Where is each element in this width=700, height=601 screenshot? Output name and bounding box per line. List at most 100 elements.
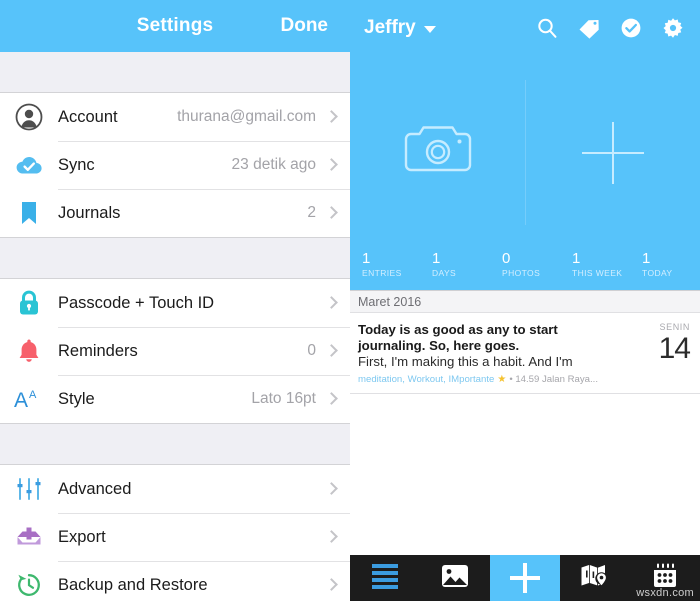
lock-icon <box>14 288 44 318</box>
sidebar-item-sync[interactable]: Sync 23 detik ago <box>0 141 350 189</box>
style-font-icon: A A <box>14 384 44 414</box>
stat-label: THIS WEEK <box>572 268 623 278</box>
tab-add[interactable] <box>490 555 560 601</box>
stat-value: 0 <box>502 250 511 267</box>
sidebar-item-label: Style <box>58 389 95 408</box>
add-photo-button[interactable] <box>350 56 525 249</box>
stat-photos: 0 PHOTOS <box>490 251 560 279</box>
settings-navbar: Settings Done <box>0 0 350 52</box>
journals-bookmark-icon <box>14 198 44 228</box>
calendar-icon <box>651 562 679 595</box>
sidebar-item-advanced[interactable]: Advanced <box>0 465 350 513</box>
chevron-right-icon <box>326 343 336 359</box>
sync-status-value: 23 detik ago <box>231 156 316 173</box>
camera-icon <box>403 122 473 183</box>
stat-today: 1 TODAY <box>630 251 700 279</box>
entry-date: SENIN 14 <box>640 322 692 385</box>
star-icon: ★ <box>497 374 507 385</box>
sidebar-item-label: Backup and Restore <box>58 575 208 594</box>
sidebar-item-backup-restore[interactable]: Backup and Restore <box>0 561 350 601</box>
stat-entries: 1 ENTRIES <box>350 251 420 279</box>
search-icon[interactable] <box>536 17 558 39</box>
entry-day-number: 14 <box>658 332 691 365</box>
photo-icon <box>441 563 469 594</box>
stat-label: DAYS <box>432 268 457 278</box>
entry-line-3: First, I'm making this a habit. And I'm <box>358 354 573 369</box>
sliders-icon <box>14 474 44 504</box>
settings-group-data: Advanced Export Backup and Restore <box>0 464 350 601</box>
list-icon <box>372 564 398 592</box>
journals-count-value: 2 <box>307 204 316 221</box>
svg-text:A: A <box>29 389 37 401</box>
journal-navbar: Jeffry <box>350 0 700 56</box>
chevron-right-icon <box>326 109 336 125</box>
sidebar-item-style[interactable]: A A Style Lato 16pt <box>0 375 350 423</box>
chevron-right-icon <box>326 295 336 311</box>
journal-nav-actions <box>536 17 684 39</box>
app-root: Settings Done Account thurana@gmail.com <box>0 0 700 601</box>
settings-spacer-1 <box>0 238 350 278</box>
account-email-value: thurana@gmail.com <box>177 108 316 125</box>
settings-group-account: Account thurana@gmail.com Sync 23 detik … <box>0 92 350 238</box>
journal-user-name: Jeffry <box>364 17 416 38</box>
sidebar-item-export[interactable]: Export <box>0 513 350 561</box>
entry-tags: meditation, Workout, IMportante <box>358 374 495 385</box>
plus-icon <box>510 563 540 593</box>
chevron-down-icon <box>423 26 436 33</box>
tab-map[interactable] <box>560 555 630 601</box>
gear-icon[interactable] <box>662 17 684 39</box>
tab-calendar[interactable] <box>630 555 700 601</box>
add-entry-button[interactable] <box>525 56 700 249</box>
sidebar-item-label: Export <box>58 527 106 546</box>
bottom-tabbar: wsxdn.com <box>350 555 700 601</box>
entry-line-2: journaling. So, here goes. <box>358 338 520 353</box>
export-upload-icon <box>14 522 44 552</box>
stat-value: 1 <box>642 250 651 267</box>
stat-this-week: 1 THIS WEEK <box>560 251 630 279</box>
sidebar-item-label: Sync <box>58 155 95 174</box>
plus-icon <box>581 121 644 184</box>
check-circle-icon[interactable] <box>620 17 642 39</box>
settings-spacer-2 <box>0 424 350 464</box>
stat-label: PHOTOS <box>502 268 541 278</box>
chevron-right-icon <box>326 481 336 497</box>
tag-icon[interactable] <box>578 17 600 39</box>
tab-timeline[interactable] <box>350 555 420 601</box>
entry-line-1: Today is as good as any to start <box>358 322 558 337</box>
journal-selector[interactable]: Jeffry <box>364 17 436 39</box>
map-pin-icon <box>580 563 610 594</box>
sidebar-item-reminders[interactable]: Reminders 0 <box>0 327 350 375</box>
chevron-right-icon <box>326 391 336 407</box>
month-label: Maret 2016 <box>358 294 422 309</box>
entry-content: Today is as good as any to start journal… <box>358 322 640 385</box>
settings-group-security: Passcode + Touch ID Reminders 0 A A Styl… <box>0 278 350 424</box>
stat-label: ENTRIES <box>362 268 402 278</box>
chevron-right-icon <box>326 205 336 221</box>
account-icon <box>14 102 44 132</box>
bell-icon <box>14 336 44 366</box>
settings-panel: Settings Done Account thurana@gmail.com <box>0 0 350 601</box>
backup-restore-icon <box>14 570 44 600</box>
tab-photos[interactable] <box>420 555 490 601</box>
month-section-header: Maret 2016 <box>350 291 700 313</box>
settings-spacer-top <box>0 52 350 92</box>
sidebar-item-journals[interactable]: Journals 2 <box>0 189 350 237</box>
chevron-right-icon <box>326 577 336 593</box>
entry-time-location: • 14.59 Jalan Raya... <box>509 374 599 385</box>
stat-value: 1 <box>362 250 371 267</box>
stat-value: 1 <box>572 250 581 267</box>
sidebar-item-label: Passcode + Touch ID <box>58 293 215 312</box>
list-item[interactable]: Today is as good as any to start journal… <box>350 313 700 394</box>
sidebar-item-label: Advanced <box>58 479 132 498</box>
chevron-right-icon <box>326 157 336 173</box>
done-button[interactable]: Done <box>281 15 329 37</box>
svg-text:A: A <box>14 389 28 411</box>
sidebar-item-label: Account <box>58 107 118 126</box>
sidebar-item-passcode[interactable]: Passcode + Touch ID <box>0 279 350 327</box>
journal-hero <box>350 56 700 249</box>
stat-days: 1 DAYS <box>420 251 490 279</box>
sidebar-item-label: Journals <box>58 203 121 222</box>
sidebar-item-account[interactable]: Account thurana@gmail.com <box>0 93 350 141</box>
reminders-count-value: 0 <box>307 342 316 359</box>
sync-cloud-icon <box>14 150 44 180</box>
